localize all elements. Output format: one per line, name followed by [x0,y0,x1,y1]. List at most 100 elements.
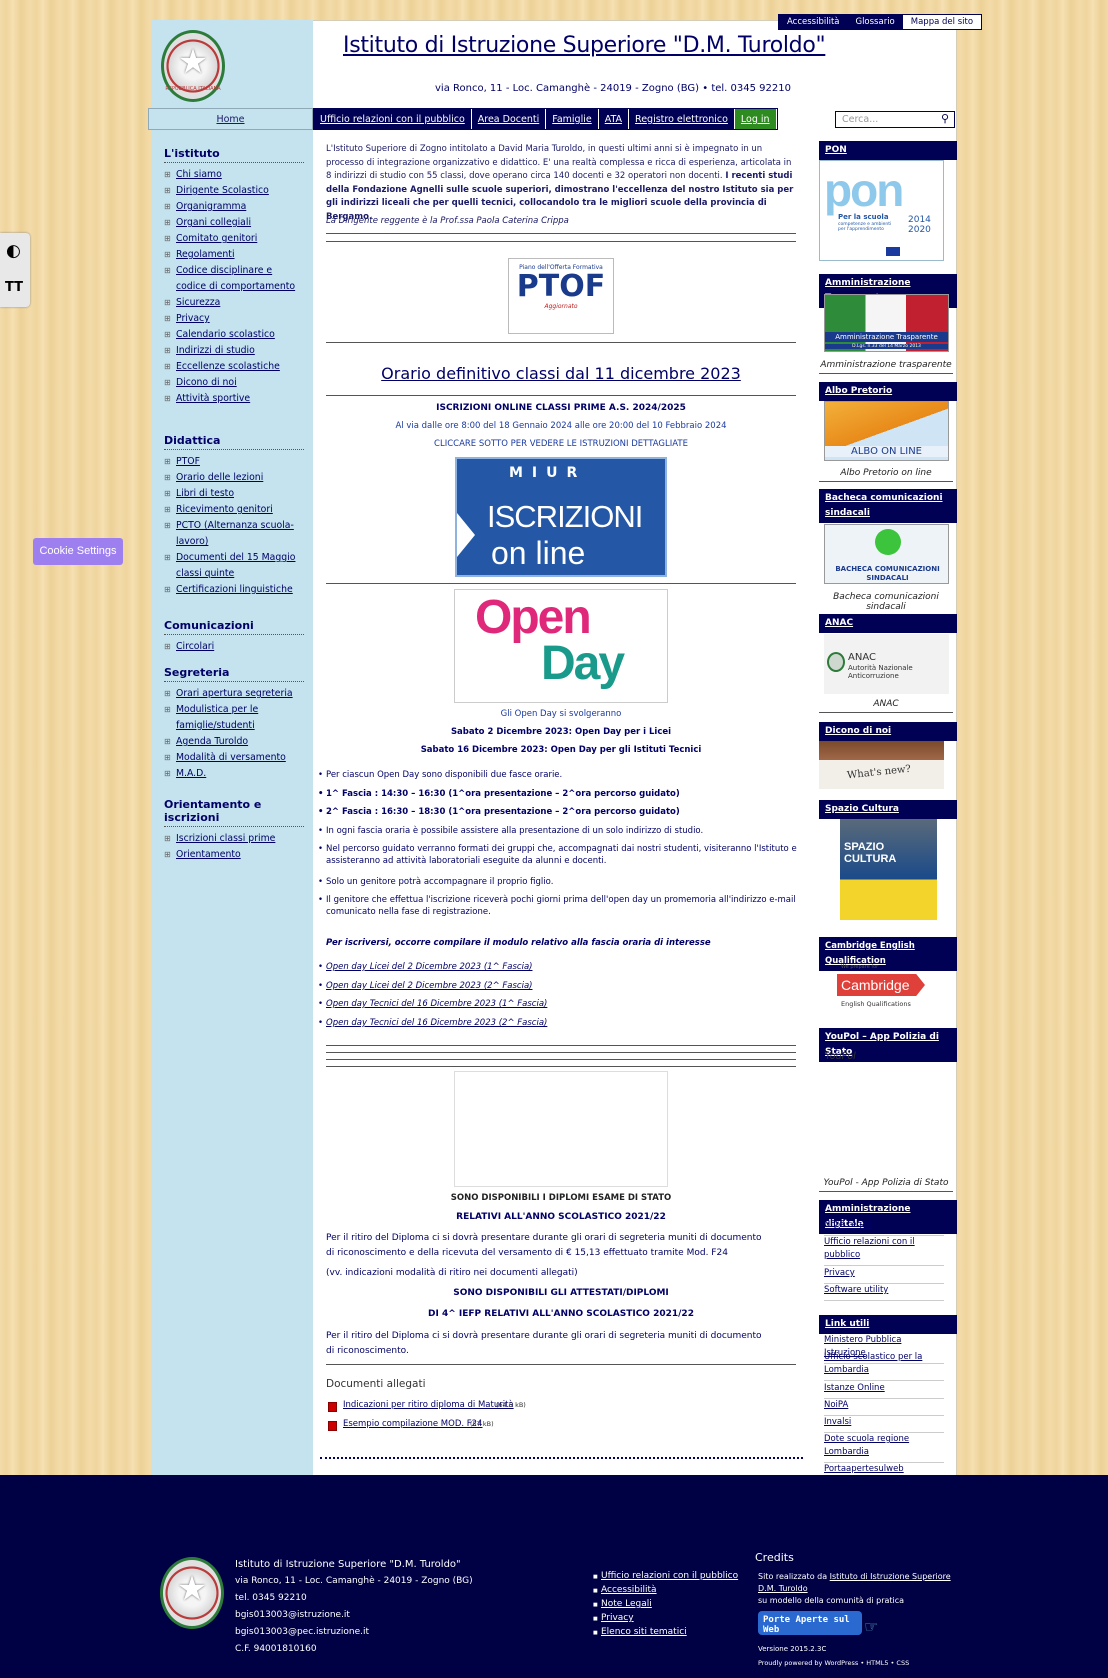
sidebar-item[interactable]: Orari apertura segreteria [164,686,304,702]
amministrazione-trasparente-banner[interactable]: Amministrazione Trasparente D.Lgs. n.33 … [824,294,949,352]
footer-link[interactable]: Privacy [593,1613,634,1623]
anac-banner[interactable]: ANAC Autorità Nazionale Anticorruzione [824,634,949,694]
sidebar-item[interactable]: Dicono di noi [164,375,304,391]
footer-link[interactable]: Note Legali [593,1599,652,1609]
dicono-image[interactable]: What's new? [819,741,944,789]
widget-title-albo[interactable]: Albo Pretorio [819,382,957,401]
at-banner-label: Amministrazione Trasparente [825,332,948,342]
nav-urp[interactable]: Ufficio relazioni con il pubblico [314,109,472,129]
footer-link[interactable]: Ufficio relazioni con il pubblico [593,1571,738,1581]
sidebar-item[interactable]: Indirizzi di studio [164,343,304,359]
text-size-icon[interactable]: TT [5,280,23,295]
sidebar-item[interactable]: Organigramma [164,199,304,215]
widget-title-cultura[interactable]: Spazio Cultura [819,800,957,819]
utility-nav: Accessibilità Glossario Mappa del sito [778,14,983,30]
widget-title-dicono[interactable]: Dicono di noi [819,722,957,741]
orario-link[interactable]: Orario definitivo classi dal 11 dicembre… [326,364,796,383]
sidebar-item[interactable]: PCTO (Alternanza scuola-lavoro) [164,518,304,550]
topnav-mappa[interactable]: Mappa del sito [902,15,982,29]
doc-link[interactable]: Esempio compilazione MOD. F24 [343,1419,482,1429]
site-address: via Ronco, 11 - Loc. Camanghè - 24019 - … [435,83,791,94]
openday-form-link[interactable]: Open day Tecnici del 16 Dicembre 2023 (2… [318,1017,798,1029]
bacheca-banner-label: BACHECA COMUNICAZIONI SINDACALI [835,565,940,582]
ptof-banner[interactable]: Piano dell'Offerta Formativa PTOF Aggior… [508,258,614,334]
sidebar-item[interactable]: Modulistica per le famiglie/studenti [164,702,304,734]
digitale-link[interactable]: Software utility [824,1284,944,1301]
sidebar-item[interactable]: Chi siamo [164,167,304,183]
albo-online-banner[interactable]: ALBO ON LINE [824,401,949,461]
sidebar-item[interactable]: Comitato genitori [164,231,304,247]
sidebar-item[interactable]: Iscrizioni classi prime [164,831,304,847]
sidebar-item[interactable]: Certificazioni linguistiche [164,582,304,598]
sidebar-item[interactable]: Circolari [164,639,304,655]
divider [326,395,796,396]
nav-area-docenti[interactable]: Area Docenti [472,109,547,129]
sidebar-item[interactable]: Calendario scolastico [164,327,304,343]
pon-banner[interactable]: pon Per la scuola competenze e ambienti … [819,160,944,261]
sidebar-item[interactable]: Sicurezza [164,295,304,311]
sidebar-section-segreteria: Segreteria Orari apertura segreteria Mod… [164,666,304,782]
sidebar-item[interactable]: Privacy [164,311,304,327]
nav-ata[interactable]: ATA [599,109,630,129]
topnav-accessibilita[interactable]: Accessibilità [779,15,847,29]
sidebar-item[interactable]: Codice disciplinare e codice di comporta… [164,263,304,295]
albo-banner-label: ALBO ON LINE [825,446,948,457]
digitale-link[interactable]: Privacy [824,1267,944,1284]
utili-link[interactable]: Invalsi [824,1416,944,1433]
sidebar-item[interactable]: Eccellenze scolastiche [164,359,304,375]
divider [326,1059,796,1060]
openday-form-link[interactable]: Open day Tecnici del 16 Dicembre 2023 (1… [318,998,798,1010]
sidebar-item[interactable]: Orario delle lezioni [164,470,304,486]
utili-link[interactable]: Dote scuola regione Lombardia [824,1433,944,1463]
topnav-glossario[interactable]: Glossario [847,15,902,29]
sidebar-item[interactable]: Dirigente Scolastico [164,183,304,199]
footer-link[interactable]: Elenco siti tematici [593,1627,687,1637]
sidebar-item[interactable]: Orientamento [164,847,304,863]
search-input[interactable]: Cerca... [835,111,955,128]
widget-title-bacheca[interactable]: Bacheca comunicazioni sindacali [819,489,957,523]
bacheca-sindacali-banner[interactable]: BACHECA COMUNICAZIONI SINDACALI [824,524,949,584]
sidebar-item[interactable]: M.A.D. [164,766,304,782]
iscrizioni-online-banner[interactable]: MIUR ISCRIZIONI on line [455,457,667,577]
intro-paragraph: L'Istituto Superiore di Zogno intitolato… [326,143,796,224]
diplomi-subtitle: RELATIVI ALL'ANNO SCOLASTICO 2021/22 [456,1212,666,1222]
doc-link[interactable]: Indicazioni per ritiro diploma di Maturi… [343,1400,514,1410]
nav-login[interactable]: Log in [734,109,777,129]
iscriversi-text: Per iscriversi, occorre compilare il mod… [326,938,711,948]
sidebar-item[interactable]: Modalità di versamento [164,750,304,766]
search-icon[interactable]: ⚲ [941,112,949,125]
sidebar-item[interactable]: Documenti del 15 Maggio classi quinte [164,550,304,582]
footer: ★ Istituto di Istruzione Superiore "D.M.… [0,1475,1108,1678]
nav-famiglie[interactable]: Famiglie [546,109,599,129]
contrast-icon[interactable]: ◐ [6,241,21,261]
utili-link[interactable]: Istanze Online [824,1382,944,1399]
day-word: Day [541,637,625,690]
spazio-cultura-image[interactable]: SPAZIO CULTURA [840,819,937,920]
footer-link[interactable]: Accessibilità [593,1585,657,1595]
digitale-link[interactable]: Ufficio relazioni con il pubblico [824,1236,944,1266]
digitale-link[interactable]: Note Legali [824,1219,944,1236]
sidebar-item[interactable]: Attività sportive [164,391,304,407]
sidebar-item[interactable]: Organi collegiali [164,215,304,231]
widget-title-cambridge[interactable]: Cambridge English Qualification [819,937,957,971]
info-bullet: Per ciascun Open Day sono disponibili du… [318,769,798,781]
home-link[interactable]: Home [148,108,313,130]
porte-aperte-badge[interactable]: Porte Aperte sul Web [758,1611,862,1635]
nav-registro[interactable]: Registro elettronico [629,109,735,129]
utili-link[interactable]: NoiPA [824,1399,944,1416]
site-title[interactable]: Istituto di Istruzione Superiore "D.M. T… [343,33,826,58]
sidebar-item[interactable]: Ricevimento genitori [164,502,304,518]
open-day-banner[interactable]: Open Day [454,589,668,703]
widget-title-anac[interactable]: ANAC [819,614,957,633]
cookie-settings-button[interactable]: Cookie Settings [33,538,123,565]
widget-title-pon[interactable]: PON [819,141,957,160]
sidebar-item[interactable]: Libri di testo [164,486,304,502]
widget-title-link-utili[interactable]: Link utili [819,1315,957,1334]
sidebar-item[interactable]: Agenda Turoldo [164,734,304,750]
utili-link[interactable]: Ufficio scolastico per la Lombardia [824,1351,944,1381]
sidebar-item[interactable]: PTOF [164,454,304,470]
sidebar-item[interactable]: Regolamenti [164,247,304,263]
openday-form-link[interactable]: Open day Licei del 2 Dicembre 2023 (1^ F… [318,961,798,973]
openday-form-link[interactable]: Open day Licei del 2 Dicembre 2023 (2^ F… [318,980,798,992]
cambridge-logo[interactable]: Cambridge [837,974,925,996]
